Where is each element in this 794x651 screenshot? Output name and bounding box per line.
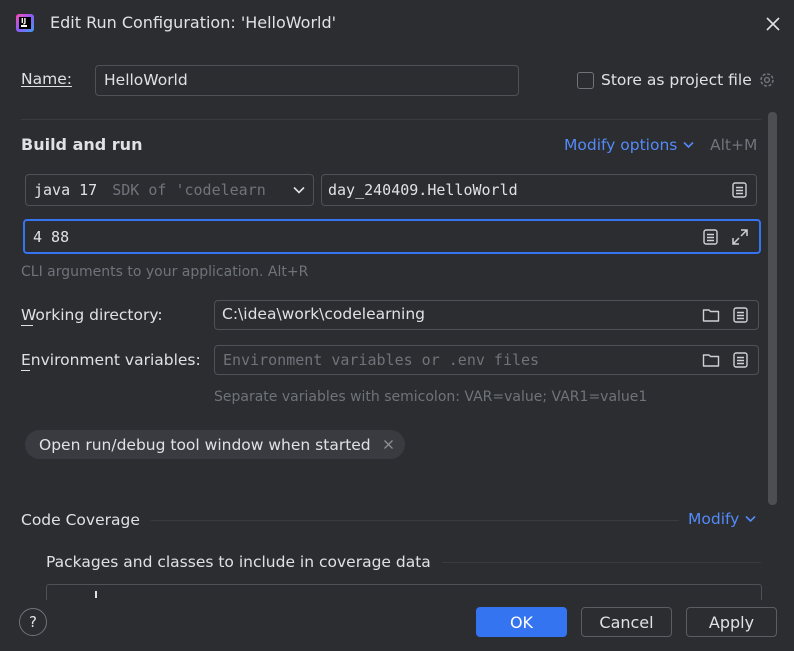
- expand-icon[interactable]: [731, 228, 749, 246]
- code-coverage-separator: [151, 520, 679, 521]
- chevron-down-icon: [745, 515, 756, 523]
- help-icon: ?: [29, 613, 37, 631]
- jdk-dropdown[interactable]: java 17 SDK of 'codelearn: [25, 174, 314, 206]
- modify-options-link[interactable]: Modify options: [564, 136, 694, 154]
- jdk-version: java 17: [34, 181, 98, 199]
- jdk-sdk-name: SDK of 'codelearn: [112, 181, 266, 199]
- environment-variables-hint: Separate variables with semicolon: VAR=v…: [214, 389, 648, 405]
- close-icon[interactable]: [764, 15, 782, 33]
- environment-variables-label: Environment variables:: [21, 351, 201, 369]
- footer-bg: [0, 600, 794, 651]
- environment-variables-field[interactable]: Environment variables or .env files: [214, 345, 759, 375]
- folder-icon[interactable]: [702, 308, 720, 323]
- cancel-button[interactable]: Cancel: [581, 607, 672, 637]
- top-separator: [21, 119, 761, 120]
- main-class-field[interactable]: day_240409.HelloWorld: [321, 174, 757, 206]
- modify-options-label: Modify options: [564, 136, 678, 154]
- open-tool-window-label: Open run/debug tool window when started: [39, 435, 371, 454]
- remove-chip-icon[interactable]: [383, 439, 394, 450]
- name-field[interactable]: HelloWorld: [95, 65, 519, 96]
- working-directory-field[interactable]: C:\idea\work\codelearning: [214, 300, 759, 330]
- program-arguments-value: 4 88: [33, 228, 70, 246]
- environment-variables-mnemonic: [21, 370, 30, 371]
- chevron-down-icon: [289, 186, 305, 194]
- working-directory-mnemonic: [21, 325, 33, 326]
- help-button[interactable]: ?: [19, 608, 47, 636]
- modify-options-shortcut: Alt+M: [710, 136, 758, 154]
- folder-icon[interactable]: [702, 353, 720, 368]
- environment-variables-placeholder: Environment variables or .env files: [223, 351, 540, 369]
- window-title: Edit Run Configuration: 'HelloWorld': [50, 13, 337, 32]
- vertical-scrollbar[interactable]: [768, 112, 777, 505]
- program-arguments-hint: CLI arguments to your application. Alt+R: [21, 264, 309, 280]
- store-project-checkbox[interactable]: [577, 72, 594, 89]
- ok-button[interactable]: OK: [476, 607, 567, 637]
- browse-list-icon[interactable]: [703, 228, 718, 245]
- coverage-packages-separator: [442, 562, 761, 563]
- settings-gear-icon[interactable]: [758, 71, 776, 93]
- coverage-modify-link[interactable]: Modify: [688, 510, 756, 528]
- store-project-label[interactable]: Store as project file: [601, 71, 752, 89]
- program-arguments-field[interactable]: 4 88: [23, 219, 761, 254]
- list-item: [95, 591, 97, 598]
- name-value: HelloWorld: [104, 71, 188, 89]
- open-tool-window-chip[interactable]: Open run/debug tool window when started: [25, 430, 405, 459]
- name-label: Name:: [21, 70, 72, 88]
- chevron-down-icon: [683, 141, 694, 149]
- code-coverage-title: Code Coverage: [21, 511, 140, 529]
- coverage-modify-label: Modify: [688, 510, 740, 528]
- working-directory-value: C:\idea\work\codelearning: [222, 305, 426, 323]
- main-class-value: day_240409.HelloWorld: [328, 181, 518, 199]
- browse-list-icon[interactable]: [733, 352, 748, 368]
- build-run-title: Build and run: [21, 135, 143, 154]
- app-logo-icon: IJ: [16, 14, 34, 32]
- browse-list-icon[interactable]: [732, 182, 747, 198]
- coverage-packages-label: Packages and classes to include in cover…: [46, 553, 431, 571]
- working-directory-label: Working directory:: [21, 306, 163, 324]
- apply-button[interactable]: Apply: [686, 607, 777, 637]
- browse-list-icon[interactable]: [733, 307, 748, 323]
